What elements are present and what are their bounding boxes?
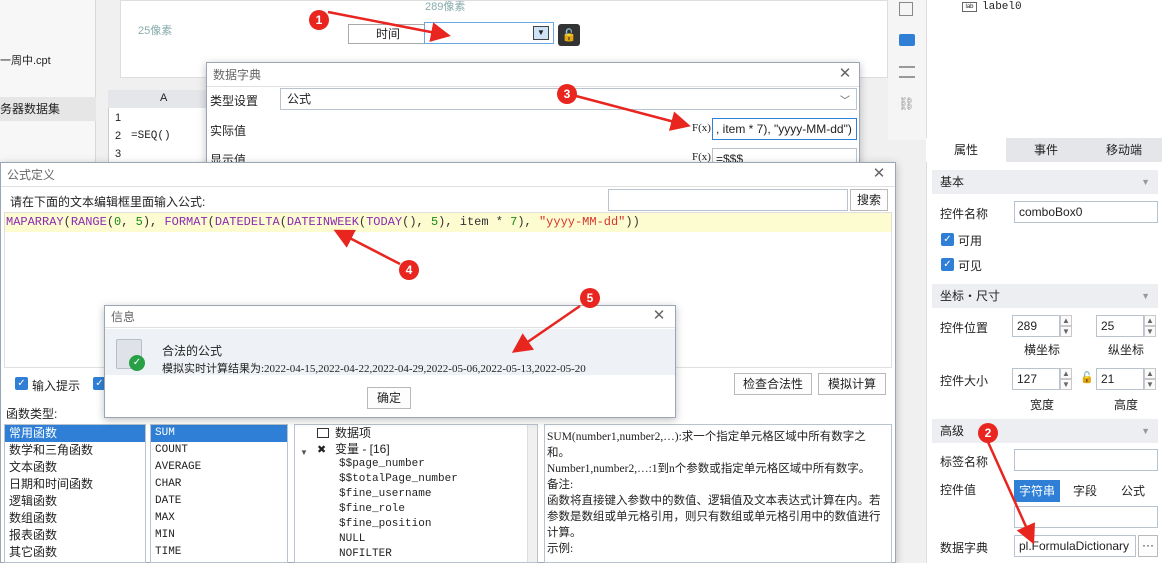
badge-2: 2 (978, 423, 998, 443)
arrow-3 (575, 94, 691, 131)
badge-1: 1 (309, 10, 329, 30)
annotation-arrows (327, 10, 1035, 545)
arrow-4 (333, 229, 401, 266)
arrow-1 (327, 10, 451, 42)
arrow-5 (511, 304, 581, 353)
badge-5: 5 (580, 288, 600, 308)
badge-4: 4 (399, 260, 419, 280)
badge-3: 3 (557, 84, 577, 104)
arrow-2 (986, 441, 1035, 545)
